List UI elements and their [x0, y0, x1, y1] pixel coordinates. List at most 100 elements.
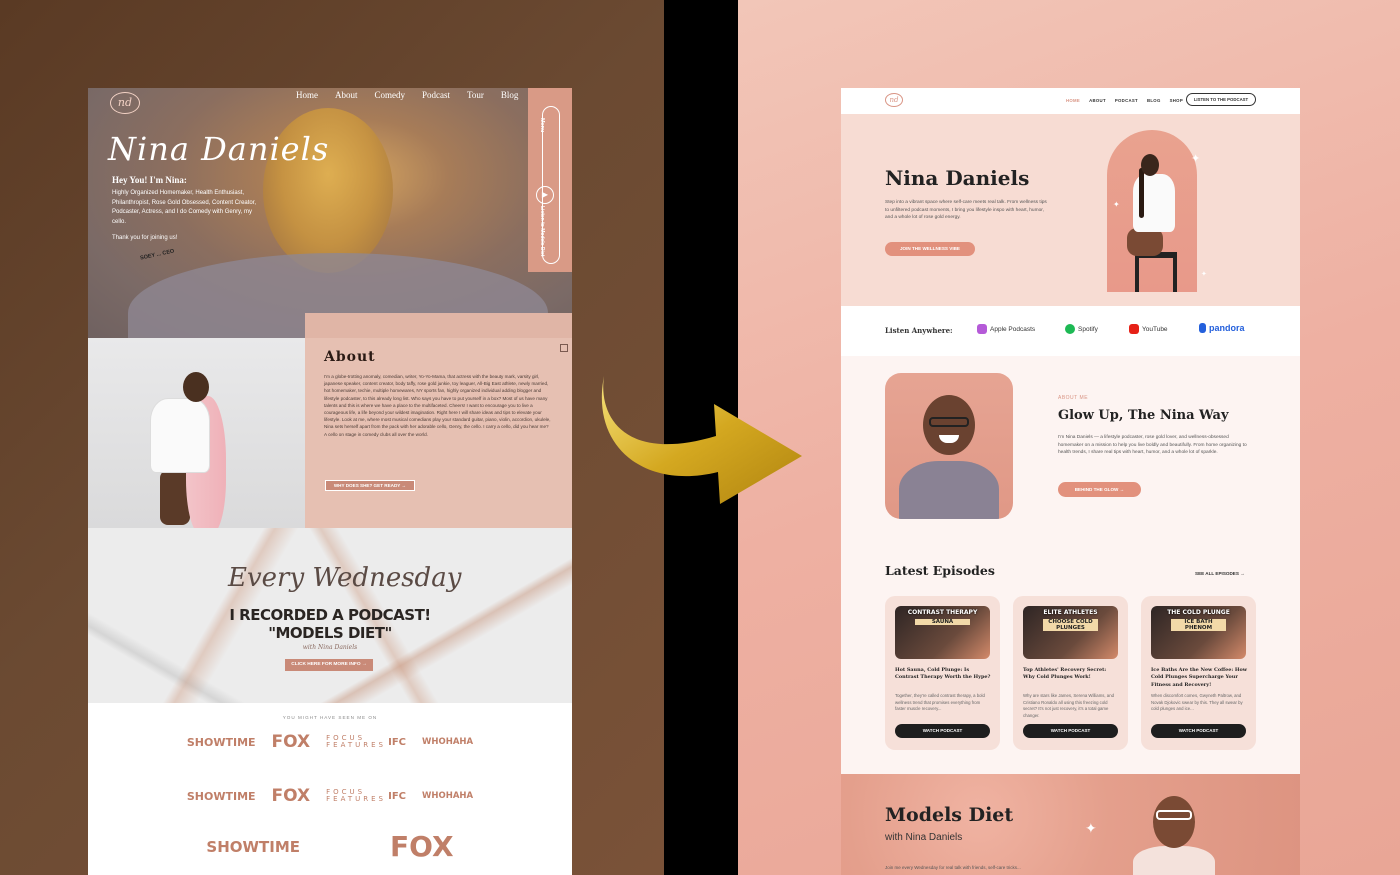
old-about-title: About	[324, 349, 376, 365]
watch-podcast-button[interactable]: WATCH PODCAST	[1023, 724, 1118, 738]
apple-podcasts-icon	[977, 324, 987, 334]
about-kicker: ABOUT ME	[1058, 395, 1089, 401]
youtube-link[interactable]: YouTube	[1129, 324, 1168, 334]
old-side-tab[interactable]: Menu ▶ Listen to Models Diet	[528, 88, 572, 272]
old-podcast-button[interactable]: CLICK HERE FOR MORE INFO →	[285, 659, 373, 671]
old-nav-podcast[interactable]: Podcast	[422, 90, 450, 100]
whohaha-logo: WHOHAHA	[422, 791, 474, 801]
episode-title: Hot Sauna, Cold Plunge: Is Contrast Ther…	[895, 667, 991, 681]
hero-arch-photo	[1107, 130, 1197, 292]
new-nav-home[interactable]: HOME	[1066, 98, 1080, 103]
episode-description: Together, they're called contrast therap…	[895, 693, 985, 712]
models-diet-title: Models Diet	[885, 804, 1014, 826]
photo-body	[899, 461, 999, 519]
new-nav-podcast[interactable]: PODCAST	[1115, 98, 1138, 103]
new-nav-blog[interactable]: BLOG	[1147, 98, 1161, 103]
old-intro: Highly Organized Homemaker, Health Enthu…	[112, 190, 257, 225]
old-podcast-line2: "MODELS DIET"	[268, 624, 392, 642]
thumbnail-title: ELITE ATHLETES	[1043, 609, 1098, 616]
see-all-episodes-link[interactable]: SEE ALL EPISODES →	[1195, 571, 1245, 576]
old-thanks: Thank you for joining us!	[112, 235, 178, 241]
spotify-label: Spotify	[1078, 325, 1098, 333]
focus-features-logo: FOCUS FEATURES	[326, 788, 386, 803]
thumbnail-title: CONTRAST THERAPY	[907, 609, 978, 616]
new-nav-shop[interactable]: SHOP	[1170, 98, 1183, 103]
spotify-link[interactable]: Spotify	[1065, 324, 1098, 334]
listen-anywhere-label: Listen Anywhere:	[885, 326, 953, 335]
photo-legs	[1127, 228, 1163, 256]
sparkle-icon: ✦	[1191, 153, 1201, 165]
episode-card[interactable]: ELITE ATHLETES CHOOSE COLD PLUNGES Top A…	[1013, 596, 1128, 750]
photo-head	[183, 372, 209, 402]
episode-card[interactable]: THE COLD PLUNGE ICE BATH PHENOM Ice Bath…	[1141, 596, 1256, 750]
new-hero-title: Nina Daniels	[885, 166, 1030, 190]
old-podcast-line1: I RECORDED A PODCAST!	[229, 606, 431, 624]
episode-description: Why are stars like James, Serena William…	[1023, 693, 1114, 718]
ifc-logo: IFC	[388, 790, 407, 802]
thumbnail-tag: ICE BATH PHENOM	[1171, 619, 1226, 631]
photo-glasses	[929, 417, 969, 427]
thumbnail-tag: SAUNA	[915, 619, 970, 625]
latest-episodes-title: Latest Episodes	[885, 563, 995, 578]
new-website-screenshot: nd HOME ABOUT PODCAST BLOG SHOP LISTEN T…	[841, 88, 1300, 875]
sparkle-icon: ✦	[1085, 820, 1097, 836]
episode-card[interactable]: CONTRAST THERAPY SAUNA Hot Sauna, Cold P…	[885, 596, 1000, 750]
old-logo[interactable]: nd	[110, 92, 140, 114]
fox-logo: FOX	[271, 732, 311, 752]
episode-thumbnail[interactable]: ELITE ATHLETES CHOOSE COLD PLUNGES	[1023, 606, 1118, 659]
old-nav-about[interactable]: About	[335, 90, 358, 100]
episode-thumbnail[interactable]: CONTRAST THERAPY SAUNA	[895, 606, 990, 659]
old-nav-comedy[interactable]: Comedy	[375, 90, 406, 100]
whohaha-logo: WHOHAHA	[422, 737, 474, 747]
sparkle-icon: ✦	[1201, 271, 1207, 278]
transform-arrow-icon	[601, 376, 802, 504]
episode-thumbnail[interactable]: THE COLD PLUNGE ICE BATH PHENOM	[1151, 606, 1246, 659]
old-website-screenshot: nd Home About Comedy Podcast Tour Blog N…	[88, 88, 572, 875]
watch-podcast-button[interactable]: WATCH PODCAST	[895, 724, 990, 738]
episode-description: When discomfort comes, Gwyneth Paltrow, …	[1151, 693, 1243, 712]
new-about-text: I'm Nina Daniels — a lifestyle podcaster…	[1058, 435, 1247, 455]
ifc-logo: IFC	[388, 736, 407, 748]
old-nav-blog[interactable]: Blog	[501, 90, 519, 100]
listen-podcast-button[interactable]: LISTEN TO THE PODCAST	[1186, 93, 1256, 106]
apple-podcasts-label: Apple Podcasts	[990, 325, 1036, 333]
photo-body	[1133, 846, 1215, 875]
spotify-icon	[1065, 324, 1075, 334]
old-nav-home[interactable]: Home	[296, 90, 318, 100]
apple-podcasts-link[interactable]: Apple Podcasts	[977, 324, 1035, 334]
press-logo-row: SHOWTIME FOX FOCUS FEATURES IFC WHOHAHA	[88, 732, 572, 752]
old-about-button[interactable]: WHY DOES SHE? GET READY →	[325, 480, 415, 491]
fox-logo: FOX	[271, 786, 311, 806]
pandora-link[interactable]: pandora	[1199, 323, 1245, 333]
fox-logo: FOX	[390, 830, 454, 863]
old-nav-tour[interactable]: Tour	[467, 90, 484, 100]
showtime-logo: SHOWTIME	[186, 735, 256, 749]
expand-icon[interactable]	[560, 344, 568, 352]
photo-braid	[1139, 168, 1144, 218]
pandora-icon	[1199, 323, 1206, 333]
new-logo[interactable]: nd	[885, 93, 903, 107]
watch-podcast-button[interactable]: WATCH PODCAST	[1151, 724, 1246, 738]
new-nav: HOME ABOUT PODCAST BLOG SHOP	[1066, 98, 1183, 103]
old-about-text: I'm a globe-trotting anomaly, comedian, …	[324, 374, 551, 437]
sparkle-icon: ✦	[1113, 200, 1120, 209]
old-every-wednesday: Every Wednesday	[228, 563, 462, 593]
models-diet-subtitle: with Nina Daniels	[885, 832, 963, 843]
old-nav: Home About Comedy Podcast Tour Blog	[296, 90, 518, 100]
press-logo-row: SHOWTIME FOX FOCUS FEATURES IFC WHOHAHA	[88, 786, 572, 806]
youtube-icon	[1129, 324, 1139, 334]
thumbnail-title: THE COLD PLUNGE	[1167, 609, 1230, 616]
side-tab-menu[interactable]: Menu	[539, 118, 545, 132]
play-icon[interactable]: ▶	[536, 186, 554, 204]
join-wellness-button[interactable]: JOIN THE WELLNESS VIBE	[885, 242, 975, 256]
stool	[1135, 252, 1177, 292]
new-hero-subtitle: Step into a vibrant space where self-car…	[885, 200, 1047, 220]
models-diet-text: Join me every Wednesday for real talk wi…	[885, 865, 1021, 870]
showtime-logo: SHOWTIME	[186, 789, 256, 803]
episode-title: Top Athletes' Recovery Secret: Why Cold …	[1023, 667, 1107, 681]
new-nav-about[interactable]: ABOUT	[1089, 98, 1106, 103]
thumbnail-tag: CHOOSE COLD PLUNGES	[1043, 619, 1098, 631]
old-greeting: Hey You! I'm Nina:	[112, 175, 187, 185]
behind-the-glow-button[interactable]: BEHIND THE GLOW →	[1058, 482, 1141, 497]
side-tab-listen[interactable]: Listen to Models Diet	[539, 206, 545, 256]
